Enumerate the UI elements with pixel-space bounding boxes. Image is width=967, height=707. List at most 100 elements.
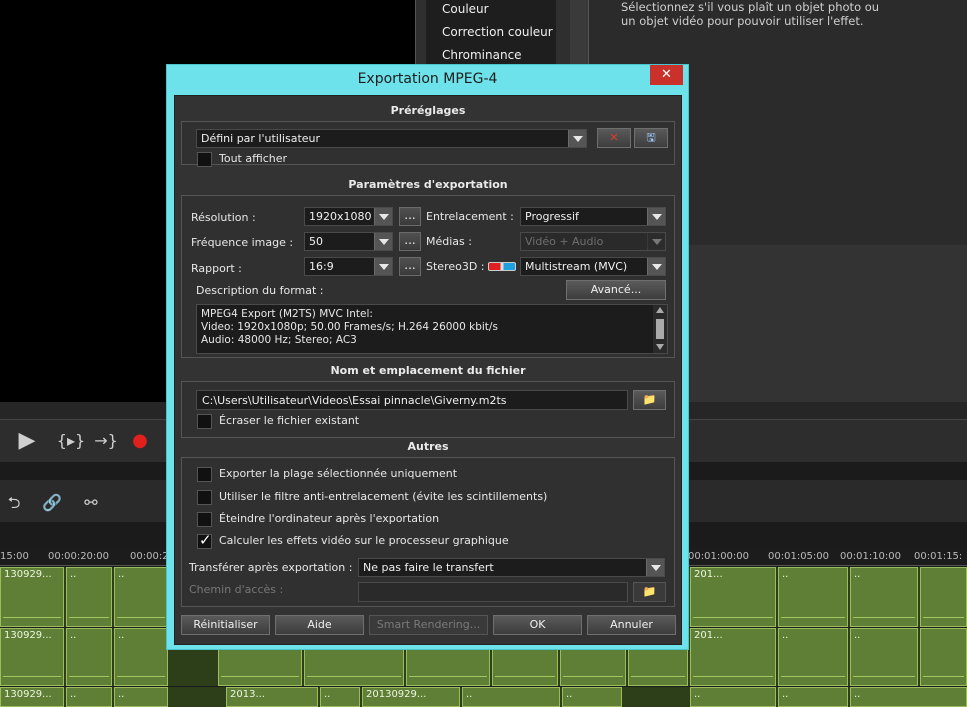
timeline-clip[interactable]: 201...: [690, 628, 776, 686]
timeline-clip[interactable]: ..: [562, 687, 622, 707]
ruler-label: 00:01:10:00: [840, 551, 902, 562]
browse-transfer-path-button[interactable]: 📁: [633, 582, 666, 602]
chevron-down-icon: [568, 130, 586, 147]
resolution-select[interactable]: 1920x1080: [304, 207, 393, 226]
timeline-clip[interactable]: ..: [66, 628, 112, 686]
timeline-clip[interactable]: ..: [462, 687, 560, 707]
format-description-label: Description du format :: [196, 284, 324, 297]
timeline-clip[interactable]: ..: [114, 628, 168, 686]
overwrite-checkbox[interactable]: [197, 414, 212, 429]
jump-marker-icon[interactable]: →}: [92, 428, 120, 454]
chevron-down-icon: [374, 208, 392, 225]
gpu-effects-checkbox[interactable]: [197, 531, 212, 549]
description-scrollbar[interactable]: [653, 305, 667, 353]
show-all-label: Tout afficher: [219, 152, 288, 165]
ratio-select[interactable]: 16:9: [304, 257, 393, 276]
shutdown-checkbox[interactable]: [197, 512, 212, 527]
overwrite-label: Écraser le fichier existant: [219, 414, 360, 427]
chevron-down-icon: [647, 258, 665, 275]
file-path-input[interactable]: C:\Users\Utilisateur\Videos\Essai pinnac…: [196, 390, 628, 410]
close-button[interactable]: ✕: [650, 65, 683, 85]
presets-section-title: Préréglages: [390, 104, 466, 117]
3d-glasses-icon: [488, 262, 516, 271]
timeline-clip[interactable]: [920, 567, 967, 627]
play-icon[interactable]: ▶: [12, 428, 42, 454]
save-preset-button[interactable]: 🖫: [634, 128, 668, 148]
framerate-select[interactable]: 50: [304, 232, 393, 251]
shutdown-label: Éteindre l'ordinateur après l'exportatio…: [219, 512, 440, 525]
stereo3d-select[interactable]: Multistream (MVC): [520, 257, 666, 276]
mark-range-icon[interactable]: {▸}: [56, 428, 86, 454]
timeline-clip[interactable]: ..: [690, 687, 776, 707]
reset-button[interactable]: Réinitialiser: [181, 615, 270, 635]
file-section-title: Nom et emplacement du fichier: [330, 364, 526, 377]
advanced-button[interactable]: Avancé...: [566, 280, 666, 300]
ruler-label: 15:00: [0, 551, 29, 562]
scroll-thumb[interactable]: [656, 319, 664, 339]
other-section-title: Autres: [407, 440, 449, 453]
export-params-section-title: Paramètres d'exportation: [348, 178, 508, 191]
delete-icon: ✕: [609, 131, 619, 144]
menu-item-correction-couleur[interactable]: Correction couleur: [442, 25, 553, 39]
help-button[interactable]: Aide: [275, 615, 364, 635]
timeline-clip[interactable]: ..: [66, 567, 112, 627]
browse-folder-button[interactable]: 📁: [633, 390, 666, 410]
timeline-clip[interactable]: ..: [850, 567, 918, 627]
dialog-body: Préréglages Défini par l'utilisateur ✕ 🖫…: [174, 95, 682, 645]
timeline-clip[interactable]: ..: [850, 628, 918, 686]
deinterlace-checkbox[interactable]: [197, 490, 212, 505]
timeline-clip[interactable]: 20130929...: [362, 687, 460, 707]
timeline-clip[interactable]: [920, 628, 967, 686]
chevron-down-icon: [374, 233, 392, 250]
timeline-clip[interactable]: ..: [114, 567, 168, 627]
timeline-clip[interactable]: ..: [778, 628, 848, 686]
interlace-label: Entrelacement :: [426, 210, 514, 223]
timeline-clip[interactable]: 2013...: [226, 687, 318, 707]
close-icon: ✕: [661, 67, 672, 82]
timeline-clip[interactable]: 130929...: [0, 687, 64, 707]
transfer-select[interactable]: Ne pas faire le transfert: [358, 558, 665, 577]
timeline-clip[interactable]: ..: [66, 687, 112, 707]
record-icon[interactable]: ●: [130, 428, 150, 454]
timeline-clip[interactable]: ..: [850, 687, 967, 707]
undo-icon[interactable]: ⮌: [2, 490, 26, 516]
timeline-clip[interactable]: 130929...: [0, 567, 64, 627]
ratio-more-button[interactable]: ...: [399, 257, 421, 276]
stereo3d-value: Multistream (MVC): [525, 260, 628, 273]
export-params-frame: Résolution : 1920x1080 ... Fréquence ima…: [181, 195, 675, 358]
folder-icon: 📁: [642, 585, 657, 598]
stereo3d-label: Stereo3D :: [426, 260, 485, 273]
resolution-more-button[interactable]: ...: [399, 207, 421, 226]
interlace-select[interactable]: Progressif: [520, 207, 666, 226]
other-frame: Exporter la plage sélectionnée uniquemen…: [181, 457, 675, 607]
media-select[interactable]: Vidéo + Audio: [520, 232, 666, 251]
cancel-button[interactable]: Annuler: [587, 615, 676, 635]
timeline-clip[interactable]: ..: [778, 567, 848, 627]
ratio-label: Rapport :: [191, 262, 242, 275]
framerate-value: 50: [309, 235, 323, 248]
timeline-clip[interactable]: ..: [778, 687, 848, 707]
scroll-up-icon[interactable]: [656, 307, 664, 313]
smart-rendering-button[interactable]: Smart Rendering...: [369, 615, 488, 635]
timeline-clip[interactable]: ..: [320, 687, 360, 707]
preset-select[interactable]: Défini par l'utilisateur: [196, 129, 587, 148]
timeline-clip[interactable]: 130929...: [0, 628, 64, 686]
desc-line-1: MPEG4 Export (M2TS) MVC Intel:: [201, 308, 373, 320]
export-range-checkbox[interactable]: [197, 467, 212, 482]
show-all-checkbox[interactable]: [197, 152, 212, 167]
menu-item-couleur[interactable]: Couleur: [442, 2, 489, 16]
scroll-down-icon[interactable]: [656, 344, 664, 350]
timeline-clip[interactable]: ..: [114, 687, 168, 707]
framerate-more-button[interactable]: ...: [399, 232, 421, 251]
unlink-icon[interactable]: ⚯: [78, 490, 104, 516]
transfer-label: Transférer après exportation :: [189, 561, 353, 574]
ruler-label: 00:01:05:00: [768, 551, 830, 562]
transfer-path-input[interactable]: [358, 582, 628, 602]
save-icon: 🖫: [646, 131, 656, 144]
delete-preset-button[interactable]: ✕: [597, 128, 631, 148]
chevron-down-icon: [374, 258, 392, 275]
link-icon[interactable]: 🔗: [40, 490, 64, 516]
menu-item-chrominance[interactable]: Chrominance: [442, 48, 522, 62]
ok-button[interactable]: OK: [493, 615, 582, 635]
timeline-clip[interactable]: 201...: [690, 567, 776, 627]
